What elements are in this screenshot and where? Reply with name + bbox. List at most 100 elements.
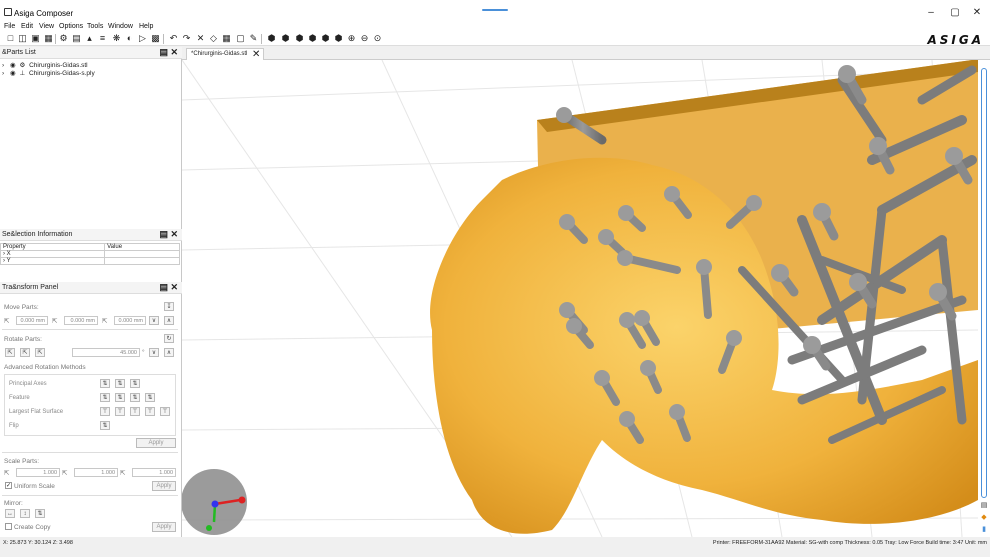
analysis-icon[interactable]: ◐ (125, 34, 134, 43)
view-front-icon[interactable]: ⬢ (267, 34, 276, 43)
minimize-button[interactable]: – (924, 6, 938, 20)
viewport-scrollbar[interactable] (978, 60, 990, 537)
principal-axis-y-button[interactable]: ⇅ (115, 379, 125, 388)
mirror-z-button[interactable]: ⇅ (35, 509, 45, 518)
feature-button-2[interactable]: ⇅ (115, 393, 125, 402)
rotate-x-button[interactable]: ⇱ (5, 348, 15, 357)
parts-list-item[interactable]: › ◉ ⊥ Chirurginis-Gidas-s.ply (2, 69, 95, 77)
create-copy-checkbox[interactable] (5, 523, 12, 530)
panel-float-close-icons[interactable]: ▤ ✕ (159, 282, 178, 293)
zoom-in-icon[interactable]: ⊕ (347, 34, 356, 43)
view-icon[interactable]: ▤ (72, 34, 81, 43)
view-back-icon[interactable]: ⬢ (281, 34, 290, 43)
move-to-floor-button[interactable]: ↧ (164, 302, 174, 311)
visibility-eye-icon[interactable]: ◉ (10, 70, 16, 77)
scale-x-input[interactable]: 1.000 (16, 468, 60, 477)
material-side-icon[interactable]: ◆ (980, 514, 988, 522)
principal-axis-z-button[interactable]: ⇅ (130, 379, 140, 388)
orient-icon[interactable]: ▢ (236, 34, 245, 43)
flat-surface-button-3[interactable]: ⊤ (130, 407, 140, 416)
move-down-button[interactable]: ∨ (149, 316, 159, 325)
view-right-icon[interactable]: ⬢ (308, 34, 317, 43)
rotate-up-button[interactable]: ∧ (164, 348, 174, 357)
menu-edit[interactable]: Edit (21, 23, 33, 30)
apply-scale-button[interactable]: Apply (152, 481, 176, 491)
arrange-icon[interactable]: ▦ (222, 34, 231, 43)
mirror-y-button[interactable]: ↕ (20, 509, 30, 518)
close-button[interactable]: ✕ (970, 6, 984, 20)
view-top-icon[interactable]: ⬢ (321, 34, 330, 43)
rotate-angle-input[interactable]: 45.000 (72, 348, 140, 357)
visibility-eye-icon[interactable]: ◉ (10, 62, 16, 69)
maximize-button[interactable]: ▢ (948, 6, 962, 20)
rotate-y-button[interactable]: ⇱ (20, 348, 30, 357)
layers-side-icon[interactable]: ▤ (980, 502, 988, 510)
open-file-icon[interactable]: ◫ (18, 34, 27, 43)
play-icon[interactable]: ▷ (138, 34, 147, 43)
layers-icon[interactable]: ≡ (98, 34, 107, 43)
rotate-z-button[interactable]: ⇱ (35, 348, 45, 357)
measure-icon[interactable]: ✎ (249, 34, 258, 43)
move-up-button[interactable]: ∧ (164, 316, 174, 325)
build-icon[interactable]: ❋ (112, 34, 121, 43)
scale-z-input[interactable]: 1.000 (132, 468, 176, 477)
panel-float-close-icons[interactable]: ▤ ✕ (159, 229, 178, 240)
menu-options[interactable]: Options (59, 23, 83, 30)
rotate-reset-button[interactable]: ↻ (164, 334, 174, 343)
close-tab-icon[interactable]: ✕ (252, 49, 260, 60)
tab-chirurginis-gidas[interactable]: *Chirurginis-Gidas.stl ✕ (186, 48, 265, 60)
menu-window[interactable]: Window (108, 23, 133, 30)
view-left-icon[interactable]: ⬢ (295, 34, 304, 43)
print-icon[interactable]: ▩ (151, 34, 160, 43)
property-table: Property Value › X › Y (0, 243, 180, 265)
menu-tools[interactable]: Tools (87, 23, 103, 30)
support-icon[interactable]: ▴ (85, 34, 94, 43)
delete-icon[interactable]: ✕ (196, 34, 205, 43)
scale-y-input[interactable]: 1.000 (74, 468, 118, 477)
principal-axis-x-button[interactable]: ⇅ (100, 379, 110, 388)
orientation-gizmo[interactable] (182, 469, 247, 535)
menu-help[interactable]: Help (139, 23, 153, 30)
parts-list-item[interactable]: › ◉ ⚙ Chirurginis-Gidas.stl (2, 61, 88, 69)
feature-button-4[interactable]: ⇅ (145, 393, 155, 402)
flat-surface-button-2[interactable]: ⊤ (115, 407, 125, 416)
redo-icon[interactable]: ↷ (182, 34, 191, 43)
table-row[interactable]: › X (0, 250, 180, 258)
flat-surface-button-1[interactable]: ⊤ (100, 407, 110, 416)
zoom-fit-icon[interactable]: ⊙ (373, 34, 382, 43)
table-row[interactable]: › Y (0, 257, 180, 265)
zoom-out-icon[interactable]: ⊖ (360, 34, 369, 43)
move-x-input[interactable]: 0.000 mm (16, 316, 48, 325)
flip-button[interactable]: ⇅ (100, 421, 110, 430)
info-side-icon[interactable]: ▮ (980, 526, 988, 534)
flat-surface-button-4[interactable]: ⊤ (145, 407, 155, 416)
apply-rotation-button[interactable]: Apply (136, 438, 176, 448)
expand-arrow-icon[interactable]: › (2, 70, 4, 77)
column-header-property: Property (0, 243, 106, 251)
title-indicator (482, 9, 508, 11)
feature-button-3[interactable]: ⇅ (130, 393, 140, 402)
flat-surface-button-5[interactable]: ⊤ (160, 407, 170, 416)
status-bar: X: 25.873 Y: 30.124 Z: 3.498 Printer: FR… (0, 537, 990, 557)
view-iso-icon[interactable]: ⬢ (334, 34, 343, 43)
settings-icon[interactable]: ⚙ (59, 34, 68, 43)
uniform-scale-checkbox[interactable]: ✓ (5, 482, 12, 489)
rotate-down-button[interactable]: ∨ (149, 348, 159, 357)
undo-icon[interactable]: ↶ (169, 34, 178, 43)
save-icon[interactable]: ▦ (44, 34, 53, 43)
apply-mirror-button[interactable]: Apply (152, 522, 176, 532)
panel-float-close-icons[interactable]: ▤ ✕ (159, 47, 178, 58)
menu-file[interactable]: File (4, 23, 15, 30)
move-y-input[interactable]: 0.000 mm (64, 316, 98, 325)
new-file-icon[interactable]: □ (6, 34, 15, 43)
x-axis-icon: ⇱ (4, 318, 10, 325)
open-folder-icon[interactable]: ▣ (31, 34, 40, 43)
move-z-input[interactable]: 0.000 mm (114, 316, 146, 325)
scrollbar-thumb[interactable] (981, 68, 987, 498)
expand-arrow-icon[interactable]: › (2, 62, 4, 69)
duplicate-icon[interactable]: ◇ (209, 34, 218, 43)
menu-view[interactable]: View (39, 23, 54, 30)
mirror-x-button[interactable]: ↔ (5, 509, 15, 518)
3d-viewport[interactable] (182, 60, 978, 537)
feature-button-1[interactable]: ⇅ (100, 393, 110, 402)
